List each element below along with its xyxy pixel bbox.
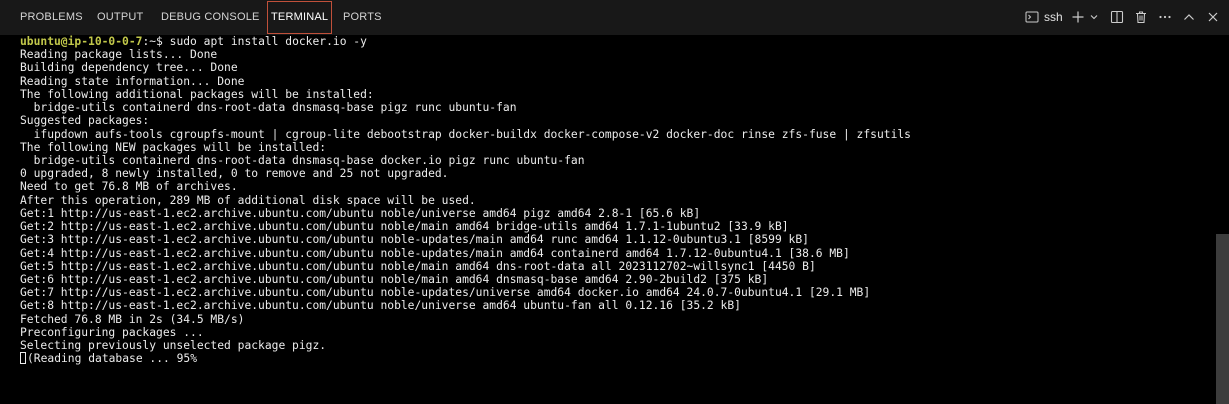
terminal-prompt-line: ubuntu@ip-10-0-0-7:~$ sudo apt install d… (20, 35, 1210, 48)
prompt-user-host: ubuntu@ip-10-0-0-7 (20, 35, 143, 48)
terminal-line: Reading state information... Done (20, 74, 245, 88)
terminal-line: Suggested packages: (20, 114, 150, 128)
terminal-line: Get:4 http://us-east-1.ec2.archive.ubunt… (20, 246, 850, 260)
terminal-profile-label: ssh (1044, 10, 1063, 24)
terminal-line: Get:7 http://us-east-1.ec2.archive.ubunt… (20, 286, 871, 300)
terminal-line: 0 upgraded, 8 newly installed, 0 to remo… (20, 167, 449, 181)
terminal-profile-selector[interactable]: ssh (1025, 6, 1063, 28)
plus-icon (1071, 10, 1085, 24)
terminal-line: Get:8 http://us-east-1.ec2.archive.ubunt… (20, 299, 741, 313)
split-terminal-button[interactable] (1106, 6, 1128, 28)
kill-terminal-button[interactable] (1130, 6, 1152, 28)
terminal-progress-text: (Reading database ... 95% (27, 352, 198, 366)
terminal-scrollbar[interactable] (1215, 35, 1229, 404)
terminal-line: After this operation, 289 MB of addition… (20, 193, 476, 207)
terminal-current-line: (Reading database ... 95% (20, 352, 1210, 365)
more-actions-button[interactable] (1154, 6, 1176, 28)
maximize-panel-button[interactable] (1178, 6, 1200, 28)
terminal-output[interactable]: ubuntu@ip-10-0-0-7:~$ sudo apt install d… (20, 35, 1210, 404)
new-terminal-button[interactable] (1068, 6, 1088, 28)
terminal-line: Get:5 http://us-east-1.ec2.archive.ubunt… (20, 259, 816, 273)
terminal-line: Preconfiguring packages ... (20, 325, 204, 339)
terminal-line: Get:2 http://us-east-1.ec2.archive.ubunt… (20, 220, 789, 234)
prompt-path: :~$ (142, 35, 170, 48)
terminal-line: Reading package lists... Done (20, 48, 218, 62)
tab-ports[interactable]: PORTS (343, 0, 382, 33)
tab-terminal[interactable]: TERMINAL (267, 1, 333, 34)
prompt-command: sudo apt install docker.io -y (169, 35, 367, 48)
terminal-line: Get:3 http://us-east-1.ec2.archive.ubunt… (20, 233, 809, 247)
close-panel-button[interactable] (1202, 6, 1224, 28)
tab-problems[interactable]: PROBLEMS (20, 0, 83, 33)
terminal-line: Need to get 76.8 MB of archives. (20, 180, 238, 194)
terminal-panel: PROBLEMS OUTPUT DEBUG CONSOLE TERMINAL P… (0, 0, 1229, 404)
terminal-line: Fetched 76.8 MB in 2s (34.5 MB/s) (20, 312, 245, 326)
tab-output[interactable]: OUTPUT (97, 0, 143, 33)
close-icon (1206, 10, 1220, 24)
terminal-line: bridge-utils containerd dns-root-data dn… (20, 153, 585, 167)
split-terminal-icon (1110, 10, 1124, 24)
terminal-cursor (20, 352, 26, 365)
tab-debug-console[interactable]: DEBUG CONSOLE (161, 0, 260, 33)
terminal-line: Building dependency tree... Done (20, 61, 238, 75)
more-icon (1158, 10, 1172, 24)
terminal-line: Get:1 http://us-east-1.ec2.archive.ubunt… (20, 206, 701, 220)
terminal-icon (1025, 10, 1039, 24)
terminal-toolbar: ssh (1025, 0, 1224, 34)
terminal-line: ifupdown aufs-tools cgroupfs-mount | cgr… (20, 127, 911, 141)
terminal-line: Selecting previously unselected package … (20, 339, 327, 353)
terminal-line: bridge-utils containerd dns-root-data dn… (20, 101, 517, 115)
panel-tab-bar: PROBLEMS OUTPUT DEBUG CONSOLE TERMINAL P… (0, 0, 1229, 35)
terminal-line: The following additional packages will b… (20, 87, 374, 101)
scrollbar-thumb[interactable] (1216, 234, 1229, 404)
chevron-down-icon (1089, 12, 1099, 22)
trash-icon (1134, 10, 1148, 24)
chevron-up-icon (1182, 10, 1196, 24)
terminal-line: The following NEW packages will be insta… (20, 140, 327, 154)
launch-profile-dropdown[interactable] (1088, 6, 1100, 28)
terminal-line: Get:6 http://us-east-1.ec2.archive.ubunt… (20, 272, 769, 286)
